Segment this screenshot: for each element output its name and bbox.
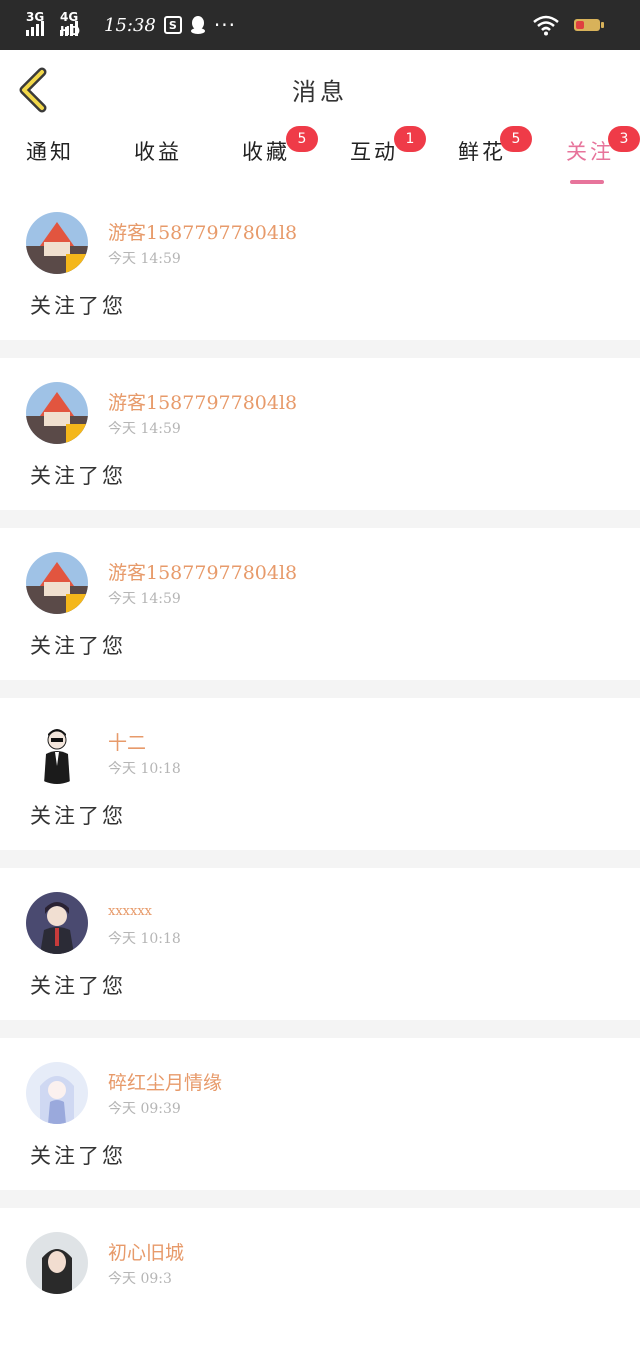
tab-label: 收藏 bbox=[242, 140, 290, 164]
tab-favorites[interactable]: 收藏 5 bbox=[242, 126, 318, 188]
signal-4g-icon: 4G HD bbox=[60, 10, 81, 38]
avatar[interactable] bbox=[26, 1232, 88, 1294]
username: xxxxxx bbox=[108, 904, 152, 919]
avatar[interactable] bbox=[26, 382, 88, 444]
status-bar: 3G 4G HD 15:38 S ··· bbox=[0, 0, 640, 50]
more-notifications-icon: ··· bbox=[213, 13, 236, 37]
message-text: 关注了您 bbox=[30, 634, 126, 658]
tab-label: 互动 bbox=[350, 140, 398, 164]
unread-badge: 3 bbox=[608, 126, 640, 152]
timestamp: 今天 09:39 bbox=[108, 1101, 181, 1117]
unread-badge: 1 bbox=[394, 126, 426, 152]
timestamp: 今天 10:18 bbox=[108, 931, 181, 947]
timestamp: 今天 14:59 bbox=[108, 251, 181, 267]
active-tab-indicator bbox=[570, 180, 604, 184]
tab-label: 鲜花 bbox=[458, 140, 506, 164]
username: 十二 bbox=[108, 732, 147, 754]
list-item[interactable]: 游客15877977804l8 今天 14:59 关注了您 bbox=[0, 528, 640, 680]
message-text: 关注了您 bbox=[30, 1144, 126, 1168]
tab-interactions[interactable]: 互动 1 bbox=[350, 126, 426, 188]
tab-label: 收益 bbox=[134, 140, 182, 164]
page-title: 消息 bbox=[292, 78, 348, 106]
tab-follows[interactable]: 关注 3 bbox=[566, 126, 640, 188]
qq-icon bbox=[190, 16, 205, 34]
app-notification-icon: S bbox=[163, 16, 182, 34]
avatar[interactable] bbox=[26, 552, 88, 614]
timestamp: 今天 09:3 bbox=[108, 1271, 172, 1287]
avatar[interactable] bbox=[26, 892, 88, 954]
tab-flowers[interactable]: 鲜花 5 bbox=[458, 126, 532, 188]
unread-badge: 5 bbox=[500, 126, 532, 152]
list-item[interactable]: 碎红尘月情缘 今天 09:39 关注了您 bbox=[0, 1038, 640, 1190]
username: 初心旧城 bbox=[108, 1242, 185, 1264]
avatar[interactable] bbox=[26, 1062, 88, 1124]
message-tabs: 通知 收益 收藏 5 互动 1 鲜花 5 关注 3 bbox=[0, 126, 640, 188]
message-text: 关注了您 bbox=[30, 974, 126, 998]
timestamp: 今天 14:59 bbox=[108, 421, 181, 437]
tab-label: 通知 bbox=[26, 140, 74, 164]
timestamp: 今天 10:18 bbox=[108, 761, 181, 777]
list-item[interactable]: 十二 今天 10:18 关注了您 bbox=[0, 698, 640, 850]
list-item[interactable]: 游客15877977804l8 今天 14:59 关注了您 bbox=[0, 358, 640, 510]
list-item[interactable]: 游客15877977804l8 今天 14:59 关注了您 bbox=[0, 188, 640, 340]
signal-3g-icon: 3G bbox=[26, 10, 52, 36]
tab-notifications[interactable]: 通知 bbox=[26, 136, 74, 188]
tab-earnings[interactable]: 收益 bbox=[134, 136, 182, 188]
message-text: 关注了您 bbox=[30, 804, 126, 828]
list-item[interactable]: xxxxxx 今天 10:18 关注了您 bbox=[0, 868, 640, 1020]
tab-label: 关注 bbox=[566, 140, 614, 164]
message-text: 关注了您 bbox=[30, 294, 126, 318]
unread-badge: 5 bbox=[286, 126, 318, 152]
username: 游客15877977804l8 bbox=[108, 222, 298, 244]
message-text: 关注了您 bbox=[30, 464, 126, 488]
avatar[interactable] bbox=[26, 722, 88, 784]
status-time: 15:38 bbox=[104, 14, 156, 36]
list-item[interactable]: 初心旧城 今天 09:3 bbox=[0, 1208, 640, 1360]
username: 游客15877977804l8 bbox=[108, 392, 298, 414]
avatar[interactable] bbox=[26, 212, 88, 274]
wifi-icon bbox=[533, 15, 559, 36]
battery-icon bbox=[574, 19, 604, 31]
username: 游客15877977804l8 bbox=[108, 562, 298, 584]
timestamp: 今天 14:59 bbox=[108, 591, 181, 607]
username: 碎红尘月情缘 bbox=[108, 1072, 223, 1094]
top-nav-bar: 消息 bbox=[0, 50, 640, 129]
